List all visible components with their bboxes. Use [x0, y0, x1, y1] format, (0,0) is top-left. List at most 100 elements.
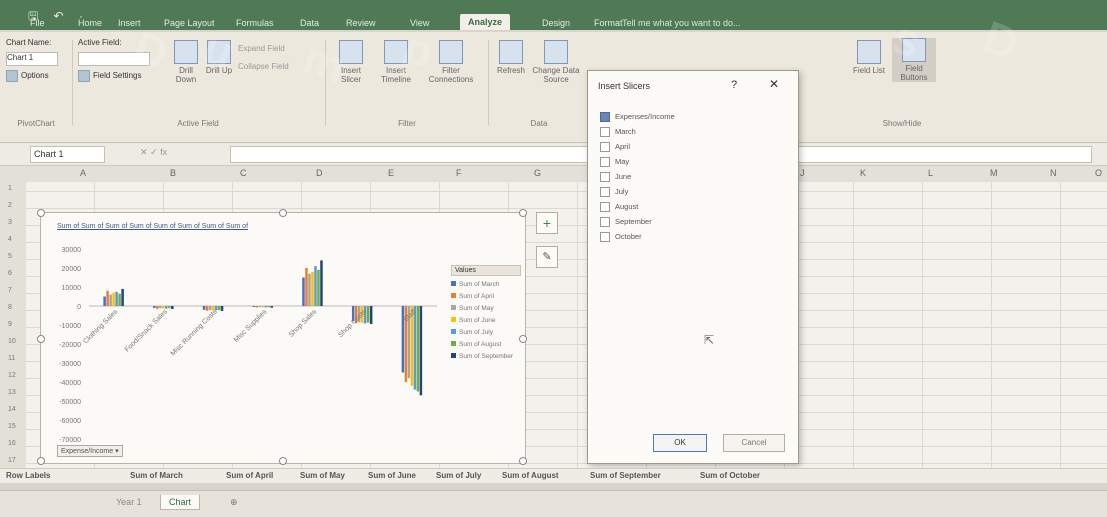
chart-styles-brush-icon[interactable]: ✎ — [536, 246, 558, 268]
bar-sum-of-march[interactable] — [202, 306, 206, 310]
column-header-k[interactable]: K — [860, 168, 866, 178]
column-header-d[interactable]: D — [316, 168, 323, 178]
bar-sum-of-april[interactable] — [255, 306, 259, 308]
tab-home[interactable]: Home — [78, 18, 102, 28]
bar-sum-of-may[interactable] — [308, 273, 311, 306]
help-icon[interactable]: ? — [731, 79, 737, 91]
row-header[interactable]: 12 — [8, 372, 16, 379]
drill-down-button[interactable]: Drill Down — [168, 40, 204, 84]
change-data-source-button[interactable]: Change Data Source — [530, 40, 582, 84]
row-header[interactable]: 2 — [8, 202, 12, 209]
slicer-field-item[interactable]: September — [600, 216, 784, 231]
bar-sum-of-july[interactable] — [314, 266, 317, 306]
cancel-button[interactable]: Cancel — [723, 434, 785, 452]
tab-insert[interactable]: Insert — [118, 18, 141, 28]
row-header[interactable]: 10 — [8, 338, 16, 345]
bar-sum-of-september[interactable] — [419, 306, 423, 396]
row-header[interactable]: 15 — [8, 423, 16, 430]
bar-sum-of-september[interactable] — [369, 306, 373, 325]
tab-page-layout[interactable]: Page Layout — [164, 18, 215, 28]
slicer-field-item[interactable]: March — [600, 126, 784, 141]
legend-title[interactable]: Values — [451, 265, 521, 276]
pivot-chart[interactable]: Sum of Sum of Sum of Sum of Sum of Sum o… — [37, 209, 527, 465]
bar-sum-of-march[interactable] — [302, 277, 305, 307]
bar-sum-of-july[interactable] — [165, 306, 168, 309]
refresh-button[interactable]: Refresh — [494, 40, 528, 75]
column-header-f[interactable]: F — [456, 168, 462, 178]
row-header[interactable]: 1 — [8, 185, 12, 192]
column-header-e[interactable]: E — [388, 168, 394, 178]
ok-button[interactable]: OK — [653, 434, 707, 452]
tab-file[interactable]: File — [30, 18, 45, 28]
pivot-header-june[interactable]: Sum of June — [368, 471, 416, 480]
checkbox[interactable] — [600, 232, 610, 243]
bar-sum-of-september[interactable] — [270, 306, 274, 308]
tab-data[interactable]: Data — [300, 18, 319, 28]
bar-sum-of-may[interactable] — [159, 306, 162, 309]
bar-sum-of-march[interactable] — [252, 306, 256, 307]
bar-sum-of-april[interactable] — [205, 306, 209, 311]
row-header[interactable]: 8 — [8, 304, 12, 311]
checkbox[interactable] — [600, 187, 610, 198]
tab-view[interactable]: View — [410, 18, 429, 28]
row-header[interactable]: 6 — [8, 270, 12, 277]
column-header-l[interactable]: L — [928, 168, 933, 178]
row-header[interactable]: 5 — [8, 253, 12, 260]
field-buttons-button[interactable]: Field Buttons — [892, 38, 936, 82]
add-sheet-icon[interactable]: ⊕ — [222, 495, 246, 510]
row-header[interactable]: 9 — [8, 321, 12, 328]
slicer-field-item[interactable]: June — [600, 171, 784, 186]
expand-field-button[interactable]: Expand Field — [238, 44, 285, 53]
tab-review[interactable]: Review — [346, 18, 376, 28]
tab-design[interactable]: Design — [542, 18, 570, 28]
expense-income-filter-button[interactable]: Expense/Income ▾ — [57, 445, 123, 457]
checkbox[interactable] — [600, 172, 610, 183]
bar-sum-of-june[interactable] — [112, 292, 115, 306]
bar-sum-of-march[interactable] — [103, 296, 106, 307]
bar-sum-of-may[interactable] — [208, 306, 212, 311]
tab-formulas[interactable]: Formulas — [236, 18, 274, 28]
checkbox[interactable] — [600, 127, 610, 138]
bar-sum-of-september[interactable] — [320, 260, 323, 306]
insert-timeline-button[interactable]: Insert Timeline — [372, 40, 420, 84]
bar-sum-of-september[interactable] — [121, 288, 124, 306]
chart-name-field[interactable]: Chart 1 — [6, 52, 58, 66]
legend-item[interactable]: Sum of July — [451, 329, 521, 336]
close-icon[interactable]: ✕ — [769, 77, 779, 91]
column-header-b[interactable]: B — [170, 168, 176, 178]
slicer-field-item[interactable]: July — [600, 186, 784, 201]
options-button[interactable]: Options — [6, 70, 49, 82]
active-field-input[interactable] — [78, 52, 150, 66]
row-labels-header[interactable]: Row Labels — [6, 471, 50, 480]
legend-item[interactable]: Sum of June — [451, 317, 521, 324]
slicer-field-item[interactable]: Expenses/Income — [600, 111, 784, 126]
pivot-header-october[interactable]: Sum of October — [700, 471, 760, 480]
row-header[interactable]: 4 — [8, 236, 12, 243]
column-header-g[interactable]: G — [534, 168, 541, 178]
column-header-j[interactable]: J — [800, 168, 805, 178]
column-header-o[interactable]: O — [1095, 168, 1102, 178]
bar-sum-of-july[interactable] — [264, 306, 268, 308]
insert-slicer-button[interactable]: Insert Slicer — [332, 40, 370, 84]
field-list-button[interactable]: Field List — [852, 40, 886, 75]
bar-sum-of-may[interactable] — [258, 306, 262, 308]
row-header[interactable]: 16 — [8, 440, 16, 447]
row-header[interactable]: 3 — [8, 219, 12, 226]
pivot-header-july[interactable]: Sum of July — [436, 471, 481, 480]
legend-item[interactable]: Sum of August — [451, 341, 521, 348]
row-header[interactable]: 11 — [8, 355, 15, 362]
checkbox[interactable] — [600, 217, 610, 228]
bar-sum-of-august[interactable] — [416, 306, 420, 392]
checkbox[interactable] — [600, 142, 610, 153]
tell-me-box[interactable]: Tell me what you want to do... — [622, 18, 741, 28]
bar-sum-of-august[interactable] — [118, 293, 121, 306]
sheet-tab-year-1[interactable]: Year 1 — [108, 495, 150, 509]
checkbox[interactable] — [600, 202, 610, 213]
bar-sum-of-september[interactable] — [171, 306, 174, 310]
slicer-field-item[interactable]: April — [600, 141, 784, 156]
bar-sum-of-august[interactable] — [217, 306, 221, 310]
bar-sum-of-april[interactable] — [106, 290, 109, 306]
slicer-field-item[interactable]: August — [600, 201, 784, 216]
chart-elements-plus-icon[interactable]: + — [536, 212, 558, 234]
legend-item[interactable]: Sum of April — [451, 293, 521, 300]
